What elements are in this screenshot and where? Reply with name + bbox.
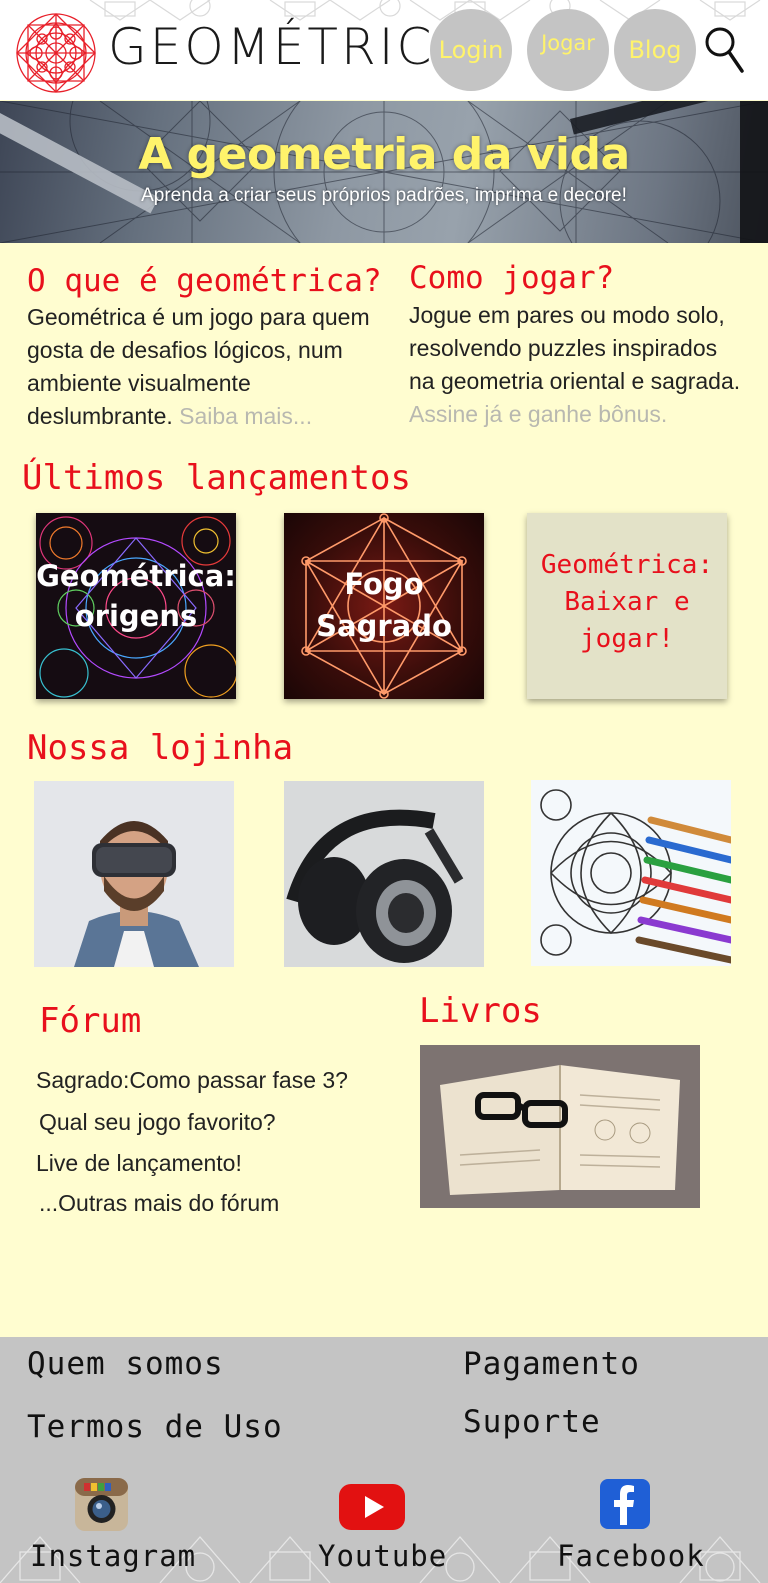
facebook-label[interactable]: Facebook <box>557 1539 707 1573</box>
forum-link-favorito[interactable]: Qual seu jogo favorito? <box>39 1109 276 1136</box>
footer-link-about[interactable]: Quem somos <box>27 1346 224 1382</box>
hero-title: A geometria da vida <box>138 129 630 180</box>
open-book-glasses-photo <box>440 1065 680 1195</box>
about-text: Geométrica é um jogo para quem gosta de … <box>27 301 377 433</box>
howto-heading: Como jogar? <box>409 260 615 296</box>
shop-item-vr-headset[interactable] <box>34 781 234 967</box>
site-header: GEOMÉTRICA Login Jogar Blog <box>0 0 768 100</box>
release-fogo-line1: Fogo <box>344 567 424 601</box>
release-fogo-line2: Sagrado <box>316 609 452 643</box>
releases-heading: Últimos lançamentos <box>22 458 411 498</box>
coloring-book-photo <box>540 789 731 964</box>
howto-body: Jogue em pares ou modo solo, resolvendo … <box>409 302 741 394</box>
youtube-label[interactable]: Youtube <box>318 1539 448 1573</box>
forum-link-fase3[interactable]: Sagrado:Como passar fase 3? <box>36 1067 348 1094</box>
books-heading: Livros <box>419 991 542 1031</box>
forum-link-live[interactable]: Live de lançamento! <box>36 1150 242 1177</box>
about-heading: O que é geométrica? <box>27 263 382 299</box>
youtube-icon[interactable] <box>339 1484 405 1530</box>
site-footer: Quem somos Termos de Uso Pagamento Supor… <box>0 1337 768 1583</box>
forum-more-link[interactable]: ...Outras mais do fórum <box>39 1190 279 1217</box>
howto-text: Jogue em pares ou modo solo, resolvendo … <box>409 299 744 431</box>
hero-banner: A geometria da vida Aprenda a criar seus… <box>0 101 768 243</box>
release-download-line2: Baixar e <box>564 587 690 617</box>
instagram-label[interactable]: Instagram <box>30 1539 195 1573</box>
play-button[interactable]: Jogar <box>527 9 609 91</box>
release-tile-origens[interactable]: Geométrica: origens <box>36 513 236 699</box>
vr-headset-photo <box>74 821 199 967</box>
login-button[interactable]: Login <box>430 9 512 91</box>
subscribe-link[interactable]: Assine já e ganhe bônus. <box>409 401 667 427</box>
blog-button[interactable]: Blog <box>614 9 696 91</box>
footer-link-payment[interactable]: Pagamento <box>463 1346 640 1382</box>
hero-subtitle: Aprenda a criar seus próprios padrões, i… <box>141 185 627 206</box>
search-icon[interactable] <box>702 24 746 76</box>
release-tile-download[interactable]: Geométrica: Baixar e jogar! <box>527 513 727 699</box>
facebook-icon[interactable] <box>600 1479 650 1529</box>
headphones-photo <box>286 809 464 963</box>
books-image[interactable] <box>420 1045 700 1208</box>
forum-heading: Fórum <box>39 1001 142 1041</box>
release-origens-line2: origens <box>74 599 198 633</box>
release-download-line1: Geométrica: <box>540 550 714 580</box>
release-download-line3: jogar! <box>580 624 674 654</box>
footer-link-terms[interactable]: Termos de Uso <box>27 1409 283 1445</box>
about-more-link[interactable]: Saiba mais... <box>179 403 312 429</box>
logo-mandala-icon[interactable] <box>14 11 98 95</box>
footer-link-support[interactable]: Suporte <box>463 1404 601 1440</box>
logo-wordmark[interactable]: GEOMÉTRICA <box>108 22 472 72</box>
shop-heading: Nossa lojinha <box>27 728 294 768</box>
shop-item-coloring-book[interactable] <box>531 780 731 966</box>
shop-item-headphones[interactable] <box>284 781 484 967</box>
release-origens-line1: Geométrica: <box>36 559 236 593</box>
instagram-icon[interactable] <box>74 1477 129 1532</box>
release-tile-fogo-sagrado[interactable]: Fogo Sagrado <box>284 513 484 699</box>
